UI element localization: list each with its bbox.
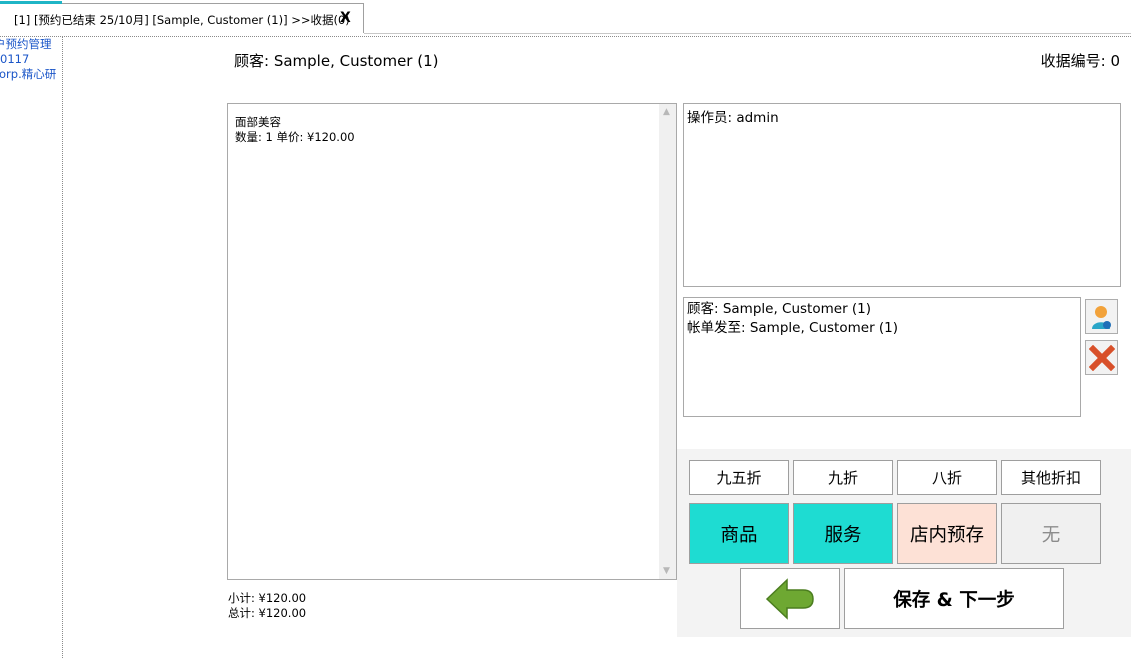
products-button[interactable]: 商品 (689, 503, 789, 564)
sidebar-item-company[interactable]: orp.精心研 (0, 67, 61, 82)
receipt-number: 收据编号: 0 (1040, 52, 1120, 70)
tab-accent-bar (0, 1, 62, 4)
discount-95-button[interactable]: 九五折 (689, 460, 789, 495)
tab-bar: [1] [预约已结束 25/10月] [Sample, Customer (1)… (0, 0, 1131, 35)
remove-customer-button[interactable] (1085, 340, 1118, 375)
customer-info-box[interactable]: 顾客: Sample, Customer (1) 帐单发至: Sample, C… (683, 297, 1081, 417)
tab-divider (0, 36, 1131, 37)
operator-text: 操作员: admin (687, 110, 779, 126)
customer-line: 顾客: Sample, Customer (1) (687, 301, 872, 317)
line-item-name: 面部美容 (235, 115, 281, 129)
sidebar: 户预约管理 0117 orp.精心研 (0, 37, 63, 658)
total: 总计: ¥120.00 (228, 606, 307, 620)
arrow-left-icon (765, 577, 814, 620)
none-button[interactable]: 无 (1001, 503, 1101, 564)
customer-title: 顾客: Sample, Customer (1) (234, 52, 439, 70)
operator-field[interactable]: 操作员: admin (683, 103, 1121, 287)
change-customer-button[interactable] (1085, 299, 1118, 334)
sidebar-item-appointment-management[interactable]: 户预约管理 (0, 37, 56, 52)
subtotal: 小计: ¥120.00 (228, 591, 307, 605)
discount-other-button[interactable]: 其他折扣 (1001, 460, 1101, 495)
save-next-button[interactable]: 保存 & 下一步 (844, 568, 1064, 629)
tab-receipt[interactable]: [1] [预约已结束 25/10月] [Sample, Customer (1)… (0, 1, 364, 33)
bill-to-line: 帐单发至: Sample, Customer (1) (687, 320, 899, 336)
tab-label: [1] [预约已结束 25/10月] [Sample, Customer (1)… (14, 13, 350, 27)
scroll-up-icon[interactable]: ▲ (663, 107, 670, 117)
action-panel: 九五折 九折 八折 其他折扣 商品 服务 店内预存 无 保存 & 下一步 (677, 449, 1131, 637)
list-scrollbar[interactable]: ▲ ▼ (659, 104, 676, 579)
close-icon (1089, 345, 1115, 371)
totals: 小计: ¥120.00 总计: ¥120.00 (228, 591, 306, 621)
services-button[interactable]: 服务 (793, 503, 893, 564)
scroll-down-icon[interactable]: ▼ (663, 566, 670, 576)
back-button[interactable] (740, 568, 840, 629)
discount-80-button[interactable]: 八折 (897, 460, 997, 495)
user-icon (1092, 306, 1111, 329)
tab-close-button[interactable]: X (340, 10, 351, 26)
line-items-list[interactable]: 面部美容 数量: 1 单价: ¥120.00 ▲ ▼ (227, 103, 677, 580)
store-credit-button[interactable]: 店内预存 (897, 503, 997, 564)
sidebar-item-code[interactable]: 0117 (0, 52, 62, 67)
tab-baseline (364, 33, 1131, 34)
line-item-detail: 数量: 1 单价: ¥120.00 (235, 130, 355, 144)
discount-90-button[interactable]: 九折 (793, 460, 893, 495)
